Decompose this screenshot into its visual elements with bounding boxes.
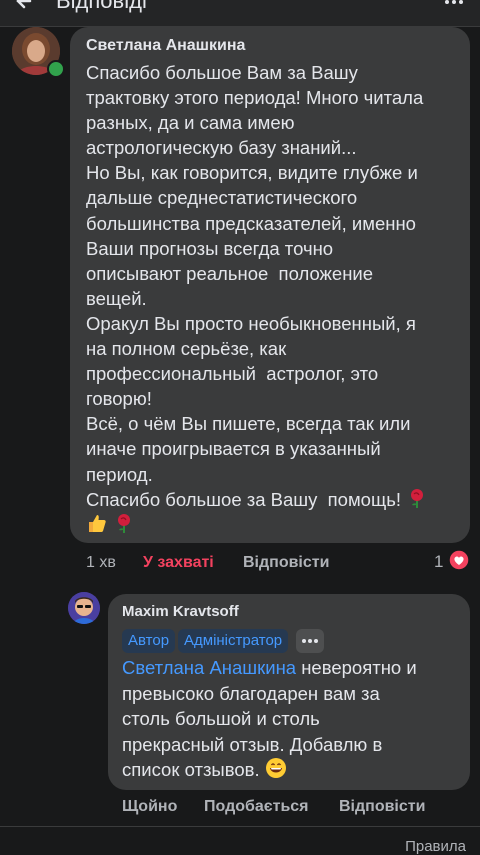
comment-line: на полном серьёзе, как xyxy=(86,338,287,360)
comment-line: разных, да и сама имею xyxy=(86,112,295,134)
love-reaction-icon[interactable] xyxy=(448,549,470,571)
page-title: Відповіді xyxy=(56,0,147,13)
reply-button[interactable]: Відповісти xyxy=(243,554,329,572)
comment-line: Всё, о чём Вы пишете, всегда так или xyxy=(86,413,411,435)
comment-line: Но Вы, как говорится, видите глубже и xyxy=(86,162,418,184)
comment-author[interactable]: Светлана Анашкина xyxy=(86,37,245,55)
more-icon[interactable] xyxy=(442,0,466,14)
reply-line: список отзывов. xyxy=(122,759,265,781)
comment-line: большинства предсказателей, именно xyxy=(86,212,416,234)
reply-line: невероятно и xyxy=(296,657,417,678)
more-icon xyxy=(302,639,318,643)
comment-line: иначе проигрывается в указанный xyxy=(86,438,381,460)
comment-line: Оракул Вы просто необыкновенный, я xyxy=(86,312,416,334)
comment-line: Ваши прогнозы всегда точно xyxy=(86,237,334,259)
reply-button[interactable]: Відповісти xyxy=(339,798,425,816)
comment-line: астрологическую базу знаний... xyxy=(86,137,357,159)
mention-link[interactable]: Светлана Анашкина xyxy=(122,657,296,678)
comment-line: Спасибо большое Вам за Вашу xyxy=(86,62,358,83)
like-button[interactable]: Подобається xyxy=(204,798,309,816)
avatar[interactable] xyxy=(68,592,100,624)
reply-time: Щойно xyxy=(122,798,178,815)
comment-line: вещей. xyxy=(86,287,147,309)
arrow-left-icon[interactable] xyxy=(12,0,36,16)
thumbs-up-icon xyxy=(89,514,106,532)
reply-line: столь большой и столь xyxy=(122,708,320,730)
top-bar: Відповіді xyxy=(0,0,480,27)
author-badge: Автор xyxy=(122,629,176,653)
avatar-cartoon-icon xyxy=(68,592,100,624)
reaction-count[interactable]: 1 xyxy=(434,552,443,572)
reply-line: прекрасный отзыв. Добавлю в xyxy=(122,733,383,755)
comment-line: период. xyxy=(86,463,153,485)
reply-author[interactable]: Maxim Kravtsoff xyxy=(122,603,239,620)
comment-line: профессиональный астролог, это xyxy=(86,363,379,385)
comment-line: дальше среднестатистического xyxy=(86,187,358,209)
rose-icon xyxy=(118,513,131,533)
grinning-face-icon xyxy=(265,758,286,779)
admin-badge: Адміністратор xyxy=(178,629,289,653)
comment-line: трактовку этого периода! Много читала xyxy=(86,87,424,109)
rose-icon xyxy=(411,488,424,508)
love-reaction-button[interactable]: У захваті xyxy=(143,554,214,572)
reply-text: Светлана Анашкина невероятно и превысоко… xyxy=(122,655,462,783)
badge-more-button[interactable] xyxy=(296,629,324,653)
reply-line: превысоко благодарен вам за xyxy=(122,682,380,704)
comment-time: 1 хв xyxy=(86,554,116,571)
comment-text: Спасибо большое Вам за Вашу трактовку эт… xyxy=(86,60,466,537)
comment-line: описывают реальное положение xyxy=(86,262,374,284)
comment-line: говорю! xyxy=(86,388,152,410)
online-status-dot xyxy=(47,60,65,78)
comment-line: Спасибо большое за Вашу помощь! xyxy=(86,488,401,510)
rules-link[interactable]: Правила xyxy=(405,838,466,855)
